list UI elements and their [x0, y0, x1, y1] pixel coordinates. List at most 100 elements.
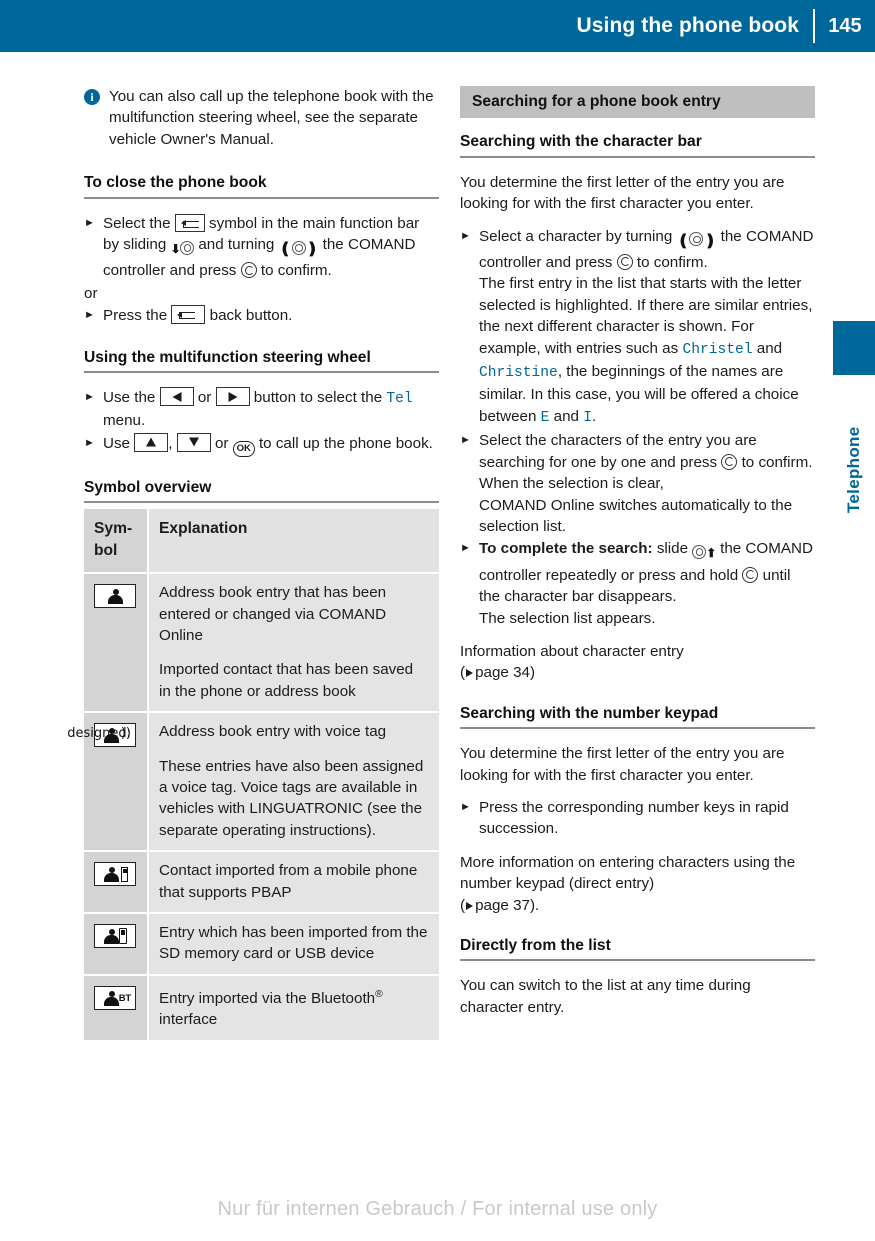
step-detail: The selection list appears. [479, 609, 656, 627]
symbol-cell [84, 851, 149, 914]
contact-sd-usb-icon [94, 923, 136, 948]
bullet-arrow-icon: ► [460, 229, 471, 242]
step-text-or: or [197, 389, 212, 407]
page-number: 145 [828, 14, 862, 37]
and-label-2: and [553, 407, 579, 425]
table-row: BT Entry imported via the Bluetooth® int… [84, 974, 439, 1042]
bullet-arrow-icon: ► [84, 309, 95, 322]
step-mfsw-call-up: ► Use , or OK to call up the phone book. [84, 432, 439, 457]
explanation-paragraph: Address book entry that has been entered… [159, 584, 387, 644]
explanation-paragraph: These entries have also been assigned a … [159, 757, 424, 839]
step-text-b: button to select the [253, 389, 383, 407]
explanation-cell: Address book entry with voice tag These … [148, 712, 439, 853]
or-label: or [84, 284, 98, 302]
registered-mark: ® [375, 988, 383, 1000]
step-close-press-back: ► Press the back button. [84, 305, 439, 326]
ok-button-icon: OK [232, 440, 255, 457]
table-row: Contact imported from a mobile phone tha… [84, 851, 439, 914]
period: . [592, 407, 597, 425]
step-press-number-keys: ► Press the corresponding number keys in… [460, 797, 815, 840]
heading-number-keypad: Searching with the number keypad [460, 703, 815, 730]
explanation-cell: Address book entry that has been entered… [148, 573, 439, 714]
info-icon: i [84, 89, 100, 105]
step-text-b: to confirm. [741, 453, 813, 471]
turn-controller-icon: ❪ ❫ [676, 232, 717, 250]
from-list-text: You can switch to the list at any time d… [460, 977, 751, 1016]
step-select-character: ► Select a character by turning ❪ ❫ the C… [460, 226, 815, 430]
press-controller-icon [721, 453, 738, 470]
table-header-row: Sym- bol Explanation [84, 509, 439, 575]
step-text-c: to confirm. [636, 254, 708, 272]
choice-letter-i: I [583, 409, 592, 426]
char-bar-intro: You determine the first letter of the en… [460, 173, 785, 213]
footer-watermark: Nur für internen Gebrauch / For internal… [217, 1198, 658, 1220]
right-column: Searching for a phone book entry Searchi… [460, 86, 815, 1018]
heading-directly-from-list: Directly from the list [460, 935, 815, 962]
table-row: Address book entry that has been entered… [84, 573, 439, 714]
left-arrow-button-icon [159, 387, 194, 407]
more-info-ref: (page 37). [460, 896, 540, 914]
explanation-paragraph: Entry imported via the Bluetooth® interf… [159, 988, 383, 1029]
example-name-1: Christel [682, 341, 753, 358]
step-text-a: Select a character by turning [479, 227, 673, 245]
explanation-cell: Entry imported via the Bluetooth® interf… [148, 974, 439, 1042]
heading-mfsw: Using the multifunction steering wheel [84, 347, 439, 374]
step-detail-line2: COMAND Online switches automatically to … [479, 496, 793, 535]
step-text-e: to confirm. [260, 262, 332, 280]
number-keypad-intro: You determine the first letter of the en… [460, 745, 785, 784]
page-ref-icon [466, 901, 474, 910]
step-text-c: and turning [198, 236, 275, 254]
slide-down-controller-icon: ⬇ [171, 237, 195, 260]
back-symbol-icon [174, 213, 205, 232]
press-controller-icon [240, 262, 257, 279]
info-note-text: You can also call up the telephone book … [109, 88, 434, 148]
explanation-cell: Entry which has been imported from the S… [148, 912, 439, 976]
and-label: and [756, 339, 783, 357]
explanation-paragraph: Imported contact that has been saved in … [159, 661, 414, 700]
page-title: Using the phone book [576, 14, 799, 37]
side-tab-telephone: Telephone [844, 426, 863, 514]
explanation-cell: Contact imported from a mobile phone tha… [148, 851, 439, 914]
page-header: Using the phone book 145 [0, 0, 875, 52]
symbol-cell: BT [84, 974, 149, 1042]
table-row: Entry which has been imported from the S… [84, 912, 439, 976]
step-label-bold: To complete the search: [479, 540, 653, 558]
contact-bluetooth-icon: BT [94, 985, 136, 1010]
heading-character-bar: Searching with the character bar [460, 131, 815, 158]
down-arrow-button-icon [176, 432, 211, 452]
contact-mobile-phone-icon [94, 862, 136, 887]
left-column: i You can also call up the telephone boo… [67, 86, 439, 1042]
symbol-cell [84, 573, 149, 714]
tel-menu-label: Tel [386, 391, 413, 408]
section-header-searching: Searching for a phone book entry [460, 86, 815, 119]
bullet-arrow-icon: ► [84, 436, 95, 449]
contact-person-icon [94, 584, 136, 609]
info-char-entry-text: Information about character entry [460, 642, 684, 660]
step-complete-search: ► To complete the search: slide ⬆ the CO… [460, 538, 815, 629]
column-header-explanation: Explanation [148, 509, 439, 575]
back-button-icon [171, 305, 206, 325]
bullet-arrow-icon: ► [84, 216, 95, 229]
explanation-paragraph: Contact imported from a mobile phone tha… [159, 862, 418, 901]
step-text-a: Use [103, 434, 131, 452]
step-text: Press the corresponding number keys in r… [479, 798, 789, 838]
column-header-symbol: Sym- bol [84, 509, 149, 575]
explanation-paragraph: Address book entry with voice tag [159, 723, 387, 741]
choice-letter-e: E [540, 409, 550, 426]
contact-voice-tag-icon: designed;)) [67, 723, 136, 748]
example-name-2: Christine [479, 365, 558, 382]
side-tab-marker [833, 321, 875, 375]
step-text-a: Select the [103, 214, 171, 232]
right-arrow-button-icon [215, 387, 250, 407]
symbol-overview-table: Sym- bol Explanation Address book entry … [67, 509, 439, 1042]
step-text-b: to call up the phone book. [258, 434, 433, 452]
page-ref-icon [466, 669, 474, 678]
press-controller-icon [616, 254, 633, 271]
heading-symbol-overview: Symbol overview [84, 477, 439, 504]
more-info-text: More information on entering characters … [460, 853, 796, 893]
step-comma: , [168, 434, 173, 452]
bullet-arrow-icon: ► [460, 800, 471, 813]
step-text-a: Press the [103, 307, 168, 325]
info-note: i You can also call up the telephone boo… [84, 86, 439, 150]
step-detail-line1: When the selection is clear, [479, 475, 664, 493]
